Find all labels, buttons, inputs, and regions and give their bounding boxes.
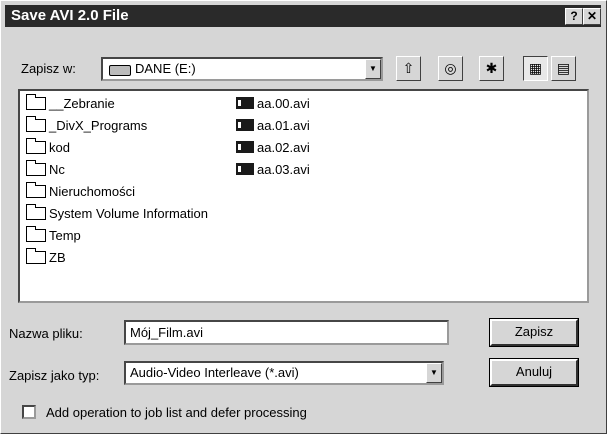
list-item[interactable]: System Volume Information [26, 203, 208, 225]
filename-label: Nazwa pliku: [9, 326, 83, 341]
file-list[interactable]: __Zebranie _DivX_Programs kod Nc Nieruch… [18, 89, 589, 303]
list-item[interactable]: _DivX_Programs [26, 115, 147, 137]
defer-processing-checkbox[interactable] [22, 405, 36, 419]
list-view-button[interactable]: ▦ [523, 56, 548, 81]
list-item[interactable]: aa.00.avi [236, 93, 310, 115]
filename-input[interactable]: Mój_Film.avi [124, 320, 449, 345]
list-item[interactable]: Temp [26, 225, 81, 247]
folder-icon [26, 226, 46, 242]
up-one-level-button[interactable]: ⇧ [396, 56, 421, 81]
folder-icon [26, 138, 46, 154]
list-item[interactable]: aa.02.avi [236, 137, 310, 159]
folder-icon [26, 248, 46, 264]
details-view-icon: ▤ [556, 60, 571, 76]
list-item[interactable]: aa.03.avi [236, 159, 310, 181]
folder-icon [26, 160, 46, 176]
list-item[interactable]: kod [26, 137, 70, 159]
filetype-dropdown[interactable]: Audio-Video Interleave (*.avi) ▼ [124, 361, 444, 385]
up-one-level-icon: ⇧ [402, 60, 415, 76]
video-file-icon [236, 97, 254, 109]
filetype-value: Audio-Video Interleave (*.avi) [130, 365, 299, 380]
video-file-icon [236, 119, 254, 131]
list-item[interactable]: Nieruchomości [26, 181, 135, 203]
save-dialog: Save AVI 2.0 File ? ✕ Zapisz w: DANE (E:… [0, 0, 607, 434]
details-view-button[interactable]: ▤ [551, 56, 576, 81]
list-item[interactable]: __Zebranie [26, 93, 115, 115]
drive-icon [109, 65, 131, 76]
cancel-button[interactable]: Anuluj [489, 358, 579, 387]
save-button[interactable]: Zapisz [489, 318, 579, 347]
new-folder-icon: ✱ [485, 60, 498, 76]
video-file-icon [236, 163, 254, 175]
desktop-icon: ◎ [444, 60, 457, 76]
folder-icon [26, 116, 46, 132]
list-item[interactable]: aa.01.avi [236, 115, 310, 137]
folder-icon [26, 182, 46, 198]
chevron-down-icon[interactable]: ▼ [426, 363, 442, 383]
title-bar[interactable]: Save AVI 2.0 File ? ✕ [5, 5, 601, 27]
location-dropdown[interactable]: DANE (E:) ▼ [101, 57, 383, 81]
chevron-down-icon[interactable]: ▼ [365, 59, 381, 79]
folder-icon [26, 94, 46, 110]
help-button[interactable]: ? [565, 8, 583, 25]
defer-processing-label[interactable]: Add operation to job list and defer proc… [46, 405, 307, 420]
list-item[interactable]: Nc [26, 159, 65, 181]
new-folder-button[interactable]: ✱ [479, 56, 504, 81]
video-file-icon [236, 141, 254, 153]
dialog-title: Save AVI 2.0 File [11, 7, 129, 24]
desktop-button[interactable]: ◎ [438, 56, 463, 81]
list-item[interactable]: ZB [26, 247, 66, 269]
close-button[interactable]: ✕ [583, 8, 601, 25]
location-label: Zapisz w: [21, 61, 76, 76]
filename-value: Mój_Film.avi [130, 325, 203, 340]
folder-icon [26, 204, 46, 220]
location-value: DANE (E:) [135, 61, 196, 76]
filetype-label: Zapisz jako typ: [9, 368, 100, 383]
list-view-icon: ▦ [528, 60, 543, 76]
